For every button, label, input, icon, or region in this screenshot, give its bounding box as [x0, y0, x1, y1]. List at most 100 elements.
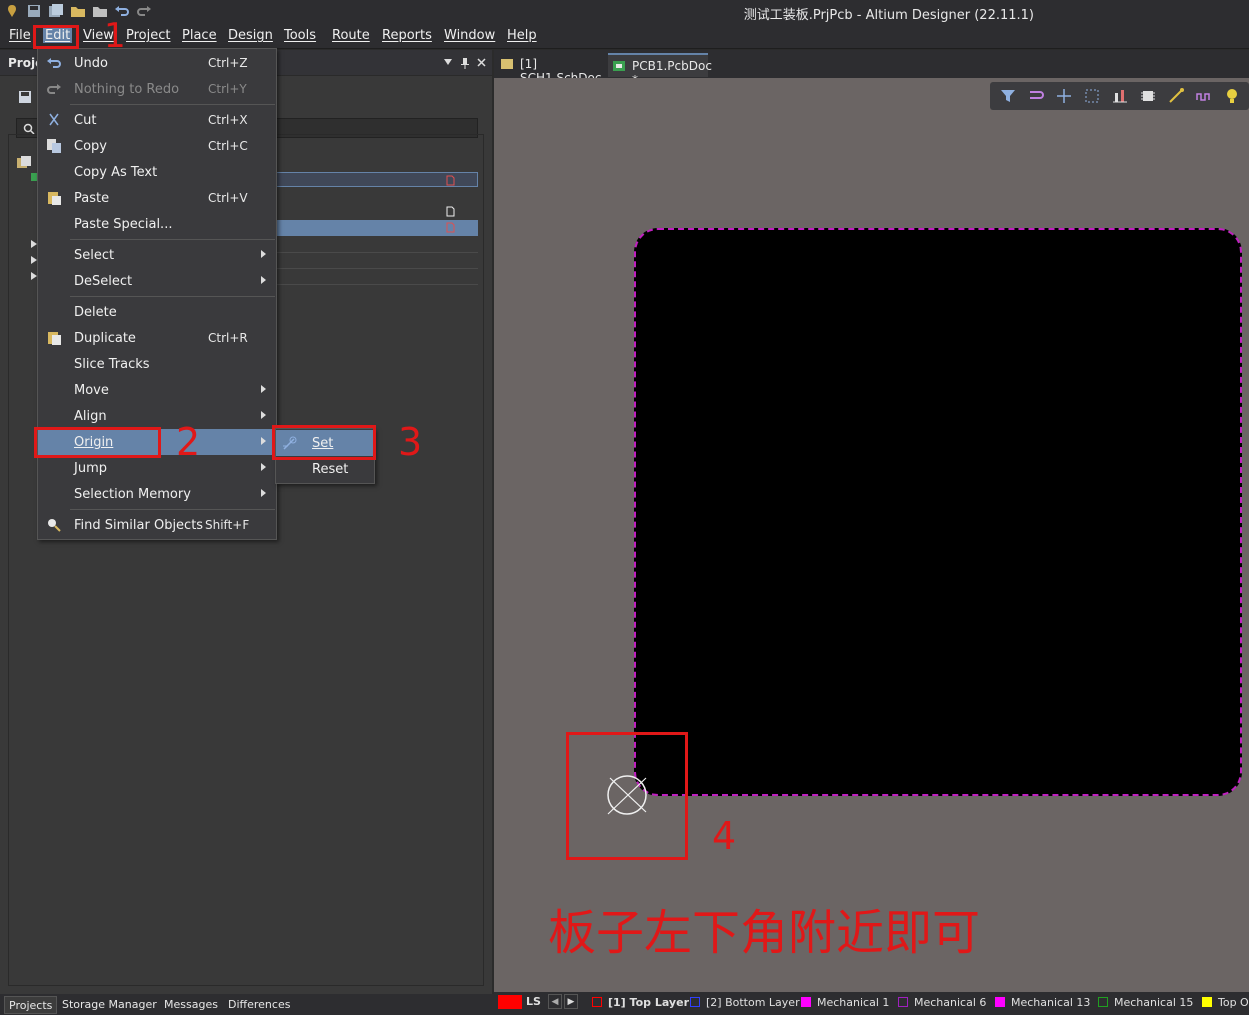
menu-item-cut[interactable]: Cut Ctrl+X [38, 107, 276, 133]
menu-item-label: Undo [74, 56, 108, 71]
pin-icon[interactable] [460, 57, 470, 69]
current-layer-swatch [498, 995, 522, 1009]
menu-reports[interactable]: Reports [382, 28, 432, 43]
title-bar: 测试工装板.PrjPcb - Altium Designer (22.11.1) [0, 0, 1249, 24]
menu-item-redo: Nothing to Redo Ctrl+Y [38, 76, 276, 102]
tab-pcb1-pcbdoc[interactable]: PCB1.PcbDoc * [608, 53, 712, 87]
tab-sch1-schdoc[interactable]: [1] SCH1.SchDoc [496, 53, 606, 85]
menu-help[interactable]: Help [507, 28, 537, 43]
paste-icon [48, 192, 61, 205]
panel-dropdown-icon[interactable] [444, 59, 452, 65]
menu-item-slice-tracks[interactable]: Slice Tracks [38, 351, 276, 377]
menu-item-label: Nothing to Redo [74, 82, 180, 97]
menu-separator [70, 104, 275, 105]
menu-separator [70, 296, 275, 297]
undo-icon [47, 58, 61, 68]
menu-item-label: DeSelect [74, 274, 133, 289]
layer-label: [1] Top Layer [608, 996, 689, 1009]
layer-color-swatch [690, 997, 700, 1007]
menu-design[interactable]: Design [228, 28, 273, 43]
tab-projects[interactable]: Projects [4, 996, 58, 1014]
layer-tab-mechanical-13[interactable]: Mechanical 13 [995, 996, 1090, 1009]
menu-item-selection-memory[interactable]: Selection Memory [38, 481, 276, 507]
menu-item-label: Copy As Text [74, 165, 158, 180]
divider [270, 284, 478, 285]
annotation-step-2: 2 [176, 420, 201, 464]
submenu-arrow-icon [261, 437, 266, 445]
menu-item-duplicate[interactable]: Duplicate Ctrl+R [38, 325, 276, 351]
submenu-arrow-icon [261, 385, 266, 393]
submenu-arrow-icon [261, 489, 266, 497]
layer-color-swatch [1098, 997, 1108, 1007]
tab-differences[interactable]: Differences [224, 996, 294, 1014]
save-icon[interactable] [18, 90, 32, 104]
document-tabs: [1] SCH1.SchDoc PCB1.PcbDoc * [494, 50, 1249, 87]
menu-item-move[interactable]: Move [38, 377, 276, 403]
layer-tab-top-overlay[interactable]: Top O [1202, 996, 1249, 1009]
menu-item-deselect[interactable]: DeSelect [38, 268, 276, 294]
annotation-box-set [272, 425, 376, 460]
menu-project[interactable]: Project [126, 28, 170, 43]
edit-menu: Undo Ctrl+Z Nothing to Redo Ctrl+Y Cut C… [37, 48, 277, 540]
length-tuning-icon[interactable] [1196, 88, 1212, 104]
layer-tab-bottom[interactable]: [2] Bottom Layer [690, 996, 800, 1009]
lightbulb-icon[interactable] [1224, 87, 1240, 105]
tab-storage-manager[interactable]: Storage Manager [58, 996, 161, 1014]
annotation-step-1: 1 [104, 16, 126, 56]
menu-item-align[interactable]: Align [38, 403, 276, 429]
prev-layer-button[interactable]: ◀ [548, 994, 562, 1009]
divider [270, 252, 478, 253]
document-icon [446, 175, 455, 186]
menu-item-copy[interactable]: Copy Ctrl+C [38, 133, 276, 159]
menu-route[interactable]: Route [332, 28, 370, 43]
menu-place[interactable]: Place [182, 28, 217, 43]
annotation-box-edit [33, 25, 79, 49]
menu-item-copy-as-text[interactable]: Copy As Text [38, 159, 276, 185]
submenu-arrow-icon [261, 463, 266, 471]
tab-messages[interactable]: Messages [160, 996, 222, 1014]
menu-item-select[interactable]: Select [38, 242, 276, 268]
menu-item-paste-special[interactable]: Paste Special... [38, 211, 276, 237]
menu-item-delete[interactable]: Delete [38, 299, 276, 325]
menu-item-label: Delete [74, 305, 117, 320]
layer-label: Mechanical 13 [1011, 996, 1091, 1009]
submenu-arrow-icon [261, 276, 266, 284]
layer-tab-top[interactable]: [1] Top Layer [592, 996, 689, 1009]
redo-icon [47, 84, 61, 94]
menu-item-find-similar[interactable]: Find Similar Objects Shift+F [38, 512, 276, 538]
submenu-arrow-icon [261, 250, 266, 258]
window-title: 测试工装板.PrjPcb - Altium Designer (22.11.1) [743, 8, 1034, 23]
menu-item-label: Paste Special... [74, 217, 173, 232]
route-icon[interactable] [1168, 88, 1184, 104]
component-icon[interactable] [1140, 88, 1156, 104]
filter-icon[interactable] [1000, 88, 1016, 104]
menu-item-label: Move [74, 383, 109, 398]
menu-bar: File Edit View Project Place Design Tool… [0, 24, 1249, 49]
interactive-routing-icon[interactable] [1028, 88, 1044, 104]
menu-item-jump[interactable]: Jump [38, 455, 276, 481]
layer-tab-mechanical-6[interactable]: Mechanical 6 [898, 996, 986, 1009]
select-area-icon[interactable] [1084, 88, 1100, 104]
divider [270, 268, 478, 269]
menu-item-label: Copy [74, 139, 107, 154]
menu-item-shortcut: Ctrl+X [208, 113, 248, 127]
layer-tab-mechanical-1[interactable]: Mechanical 1 [801, 996, 889, 1009]
layer-tab-mechanical-15[interactable]: Mechanical 15 [1098, 996, 1193, 1009]
next-layer-button[interactable]: ▶ [564, 994, 578, 1009]
align-icon[interactable] [1112, 88, 1128, 104]
annotation-step-3: 3 [398, 420, 423, 464]
layer-label: [2] Bottom Layer [706, 996, 800, 1009]
copy-icon [47, 139, 61, 153]
add-icon[interactable] [1056, 88, 1072, 104]
layer-set-button[interactable]: LS [526, 995, 541, 1008]
menu-file[interactable]: File [9, 28, 31, 43]
layer-color-swatch [995, 997, 1005, 1007]
menu-item-undo[interactable]: Undo Ctrl+Z [38, 50, 276, 76]
menu-window[interactable]: Window [444, 28, 495, 43]
layer-color-swatch [801, 997, 811, 1007]
menu-item-shortcut: Ctrl+Y [208, 82, 247, 96]
pcb-board-outline[interactable] [634, 228, 1242, 796]
menu-item-paste[interactable]: Paste Ctrl+V [38, 185, 276, 211]
menu-tools[interactable]: Tools [284, 28, 316, 43]
close-icon[interactable] [477, 58, 486, 67]
